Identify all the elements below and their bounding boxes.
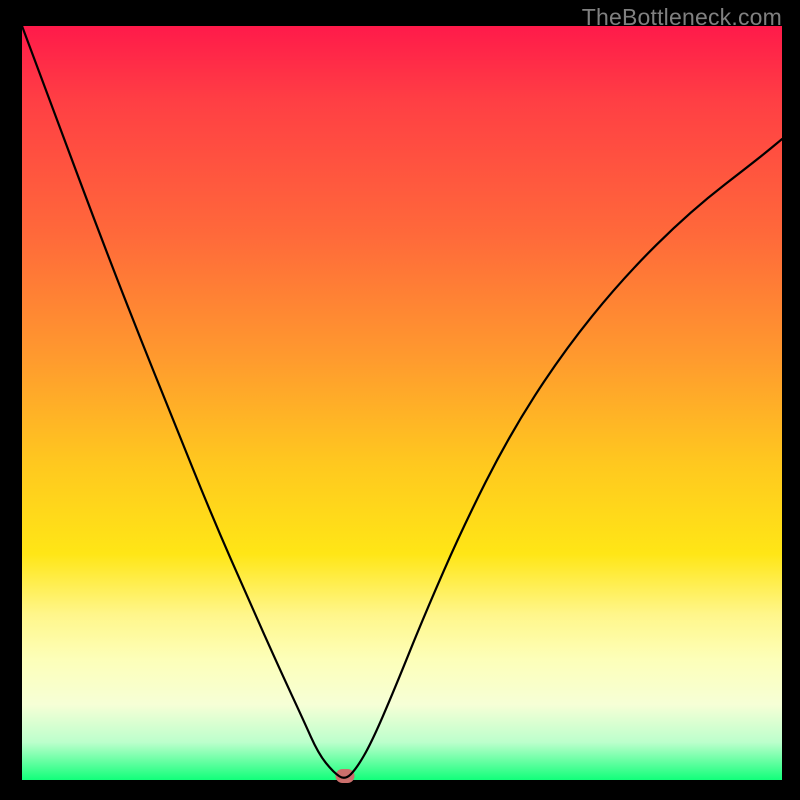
curve-path [22, 26, 782, 778]
bottleneck-curve [22, 26, 782, 780]
watermark-text: TheBottleneck.com [582, 4, 782, 31]
chart-frame: TheBottleneck.com [0, 0, 800, 800]
plot-area [22, 26, 782, 780]
